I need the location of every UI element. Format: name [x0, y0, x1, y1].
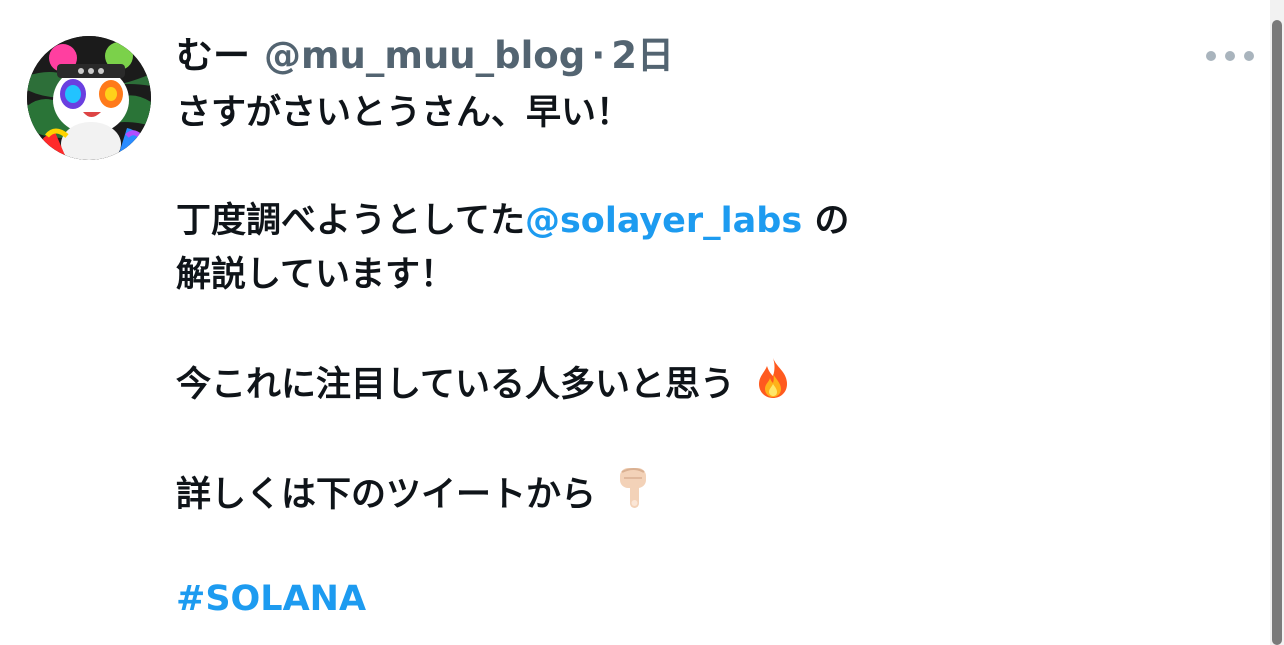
tweet[interactable]: むー @mu_muu_blog · 2日 さすがさいとうさん、早い！ 丁度調べよ…: [0, 0, 1284, 645]
text-line: 今これに注目している人多いと思う: [176, 356, 1176, 410]
text-segment: の: [802, 201, 850, 241]
scrollbar-thumb[interactable]: [1272, 20, 1282, 645]
tweet-text: さすがさいとうさん、早い！ 丁度調べようとしてた@solayer_labs の …: [176, 86, 1176, 626]
more-dot: [1225, 51, 1235, 61]
avatar[interactable]: [27, 36, 151, 160]
display-name[interactable]: むー: [176, 32, 250, 80]
hashtag-link[interactable]: #SOLANA: [176, 579, 366, 619]
fire-icon: [753, 356, 793, 416]
text-line: 解説しています！: [176, 255, 455, 295]
tweet-header: むー @mu_muu_blog · 2日: [176, 32, 674, 80]
text-segment: 丁度調べようとしてた: [176, 201, 525, 241]
more-horizontal-icon: [1206, 51, 1216, 61]
more-dot: [1244, 51, 1254, 61]
user-handle[interactable]: @mu_muu_blog: [264, 32, 585, 80]
panda-avatar-icon: [27, 36, 151, 160]
separator: ·: [591, 34, 606, 77]
text-line: 丁度調べようとしてた@solayer_labs の: [176, 194, 1176, 248]
more-options-button[interactable]: [1206, 44, 1254, 68]
scrollbar[interactable]: [1270, 0, 1284, 645]
text-segment: 今これに注目している人多いと思う: [176, 365, 735, 405]
text-line: さすがさいとうさん、早い！: [176, 93, 632, 133]
text-line: 詳しくは下のツイートから: [176, 464, 1176, 518]
text-line: #SOLANA: [176, 572, 1176, 626]
mention-link[interactable]: @solayer_labs: [525, 201, 802, 241]
text-segment: 詳しくは下のツイートから: [176, 475, 597, 515]
timestamp[interactable]: 2日: [611, 32, 674, 80]
pointing-down-icon: [614, 464, 654, 528]
